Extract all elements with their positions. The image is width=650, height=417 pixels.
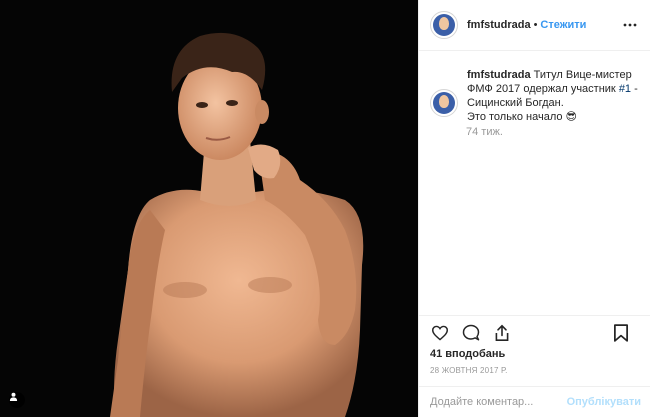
publish-button[interactable]: Опублікувати <box>567 396 641 408</box>
caption-text: fmfstudrada Титул Вице-мистер ФМФ 2017 о… <box>467 68 642 124</box>
more-icon <box>623 23 637 27</box>
comment-input[interactable] <box>430 396 580 408</box>
likes-count[interactable]: 41 вподобань <box>430 348 505 360</box>
caption-hashtag[interactable]: #1 <box>619 83 631 95</box>
caption-username[interactable]: fmfstudrada <box>467 69 531 81</box>
header-username[interactable]: fmfstudrada <box>467 19 531 31</box>
photo-image <box>0 0 418 417</box>
save-button[interactable] <box>611 323 631 343</box>
comment-button[interactable] <box>461 323 481 343</box>
instagram-post: fmfstudrada • Стежити fmfstudrada Титул … <box>0 0 650 417</box>
comment-bar: Опублікувати <box>419 386 650 417</box>
user-tag-button[interactable] <box>9 392 25 408</box>
caption-line2: Это только начало 😎 <box>467 111 578 123</box>
post-date[interactable]: 28 ЖОВТНЯ 2017 Р. <box>430 366 508 375</box>
follow-button[interactable]: Стежити <box>540 19 586 31</box>
heart-icon <box>431 325 449 341</box>
post-header: fmfstudrada • Стежити <box>419 0 650 51</box>
header-separator: • <box>533 19 538 31</box>
bookmark-icon <box>614 324 628 342</box>
action-bar <box>419 315 650 349</box>
more-button[interactable] <box>623 18 637 32</box>
caption-time[interactable]: 74 тиж. <box>466 126 503 138</box>
comment-icon <box>462 324 480 340</box>
caption: fmfstudrada Титул Вице-мистер ФМФ 2017 о… <box>419 60 650 138</box>
avatar[interactable] <box>430 11 458 39</box>
user-tag-icon <box>9 392 18 401</box>
like-button[interactable] <box>430 323 450 343</box>
caption-avatar[interactable] <box>430 89 458 117</box>
post-sidebar: fmfstudrada • Стежити fmfstudrada Титул … <box>418 0 650 417</box>
post-photo[interactable] <box>0 0 418 417</box>
share-icon <box>495 324 509 341</box>
share-button[interactable] <box>492 323 512 343</box>
